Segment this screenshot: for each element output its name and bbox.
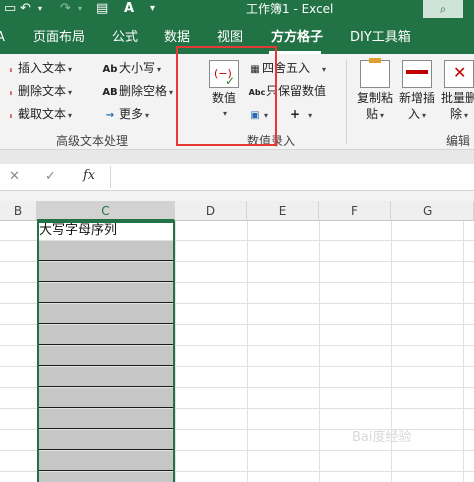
insert-function-button[interactable]: fx [83,168,95,183]
copy-paste-label-1: 复制粘 [356,91,393,105]
column-header-g[interactable]: G [391,201,474,221]
cut-text-label: 截取文本 [18,107,67,121]
redo-icon[interactable]: ↷ [60,1,71,17]
cut-text-button[interactable]: ᵢ 截取文本 ▾ [4,106,72,124]
chevron-down-icon: ▾ [157,65,162,74]
copy-paste-button[interactable]: 复制粘 贴 ▾ [354,58,396,124]
search-icon: ⌕ [439,2,447,16]
tab-diy-toolbox[interactable]: DIY工具箱 [350,30,411,46]
plus-button[interactable]: + ▾ [290,106,312,124]
column-header-d[interactable]: D [175,201,247,221]
delete-spaces-button[interactable]: AB删除空格 ▾ [101,83,173,101]
delete-spaces-icon: AB [102,87,118,98]
chevron-down-icon: ▾ [145,111,150,120]
title-bar: ▭ ↶ ▾ ↷ ▾ ▤ A ▾ 工作簿1 - Excel ⌕ [0,0,474,18]
chevron-down-icon: ▾ [308,111,313,120]
watermark: Bai度经验 [352,430,412,445]
tab-page-layout[interactable]: 页面布局 [33,30,85,46]
group-label-advanced-text: 高级文本处理 [56,134,129,148]
annotation-highlight-box [176,46,277,146]
insert-label-2: 入 ▾ [407,107,427,121]
chevron-down-icon: ▾ [68,88,73,97]
delete-text-button[interactable]: ᵢ 删除文本 ▾ [4,83,72,101]
more-button[interactable]: → 更多 ▾ [101,106,149,124]
clipboard-icon [360,58,390,88]
batch-delete-label-1: 批量删 [440,91,474,105]
delete-spaces-label: 删除空格 [119,84,168,98]
plus-label: + [290,107,301,121]
formula-gap [0,191,474,201]
text-icon[interactable]: A [124,1,134,17]
batch-delete-button[interactable]: ✕ 批量删 除 ▾ [438,60,474,124]
batch-delete-label-2: 除 ▾ [449,107,469,121]
column-header-f[interactable]: F [319,201,391,221]
formula-input[interactable] [110,166,474,188]
insert-button[interactable]: 新增插 入 ▾ [396,60,438,124]
column-header-b[interactable]: B [0,201,37,221]
more-label: 更多 [119,107,144,121]
column-header-c[interactable]: C [37,201,175,221]
cancel-button[interactable]: ✕ [9,169,20,184]
tab-formulas[interactable]: 公式 [112,30,138,46]
cut-text-icon: ᵢ [9,110,13,121]
formula-bar: ✕ ✓ fx [0,164,474,191]
case-label: 大小写 [119,61,156,75]
copy-paste-label-2: 贴 ▾ [365,107,385,121]
case-icon: Ab [102,64,118,75]
ribbon-gap [0,150,474,164]
chevron-down-icon: ▾ [68,65,73,74]
insert-label-1: 新增插 [398,91,435,105]
delete-text-icon: ᵢ [9,87,13,98]
group-label-edit: 编辑 [446,134,471,148]
case-button[interactable]: Ab 大小写 ▾ [101,60,161,78]
undo-dropdown-icon[interactable]: ▾ [38,1,42,17]
confirm-button[interactable]: ✓ [45,169,56,184]
tab-partial[interactable]: A [0,30,5,46]
delete-rows-icon: ✕ [444,60,474,88]
delete-text-label: 删除文本 [18,84,67,98]
tab-data[interactable]: 数据 [164,30,190,46]
selection-outline [37,221,175,482]
insert-text-label: 插入文本 [18,61,67,75]
arrow-right-icon: → [105,110,115,121]
tab-view[interactable]: 视图 [217,30,243,46]
redo-dropdown-icon[interactable]: ▾ [78,1,82,17]
undo-icon[interactable]: ↶ [20,1,31,17]
form-icon[interactable]: ▤ [96,1,108,17]
search-button[interactable]: ⌕ [423,0,463,18]
insert-text-button[interactable]: ᵢ 插入文本 ▾ [4,60,72,78]
insert-rows-icon [402,60,432,88]
chevron-down-icon: ▾ [169,88,174,97]
chevron-down-icon: ▾ [322,65,327,74]
tab-fangfangezi[interactable]: 方方格子 [271,30,323,46]
quick-access-more-icon[interactable]: ▾ [150,1,155,17]
window-title: 工作簿1 - Excel [246,2,334,16]
save-icon[interactable]: ▭ [4,1,16,17]
group-separator [346,60,347,144]
column-header-e[interactable]: E [247,201,319,221]
chevron-down-icon: ▾ [68,111,73,120]
insert-text-icon: ᵢ [9,64,13,75]
